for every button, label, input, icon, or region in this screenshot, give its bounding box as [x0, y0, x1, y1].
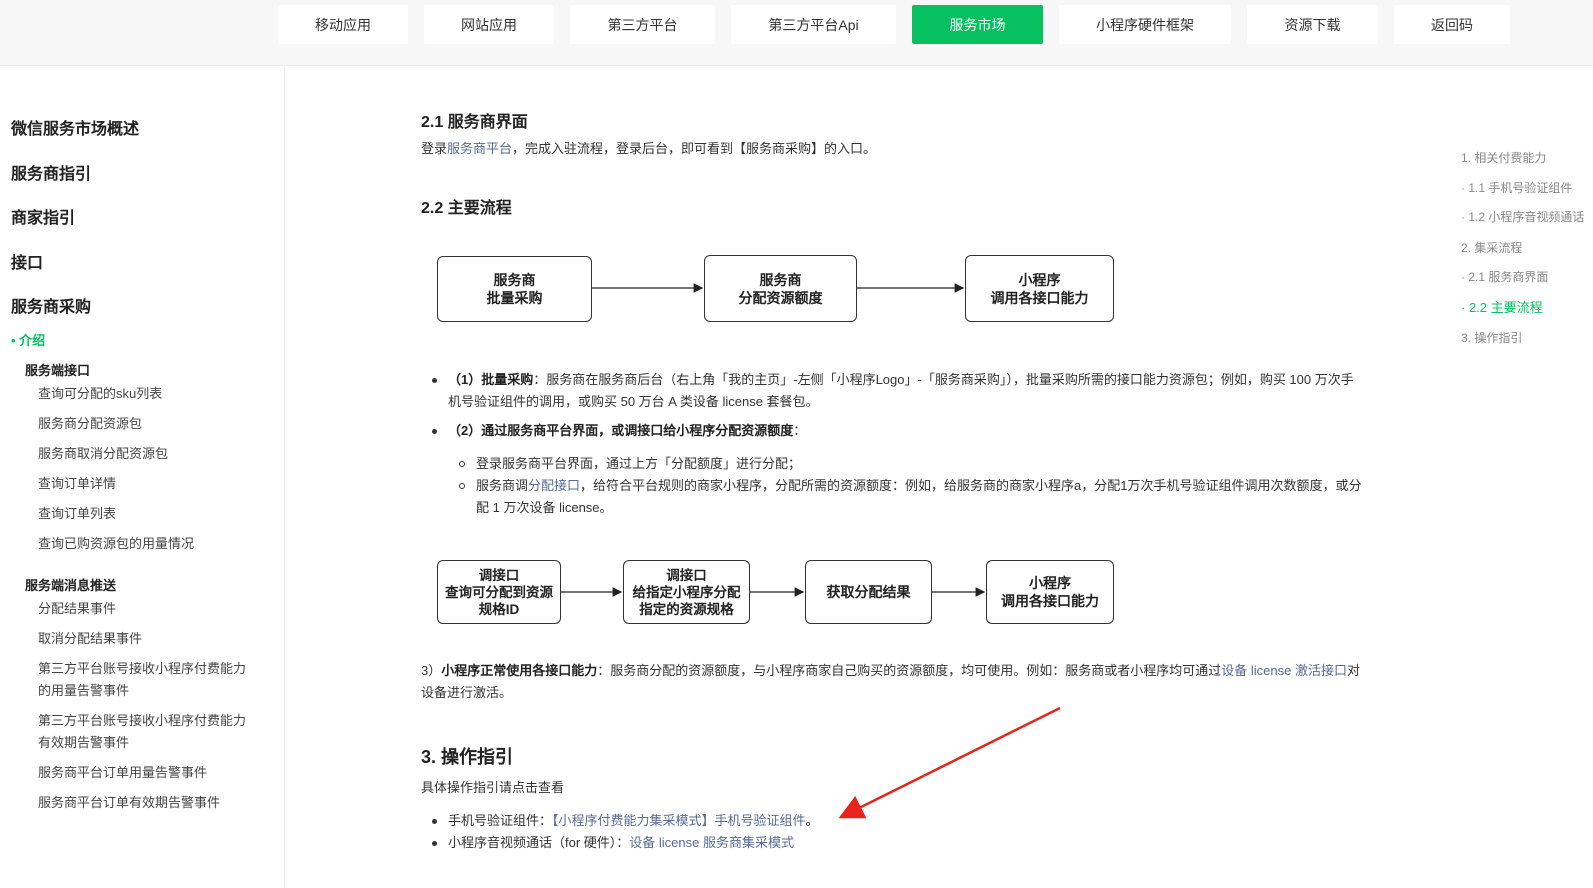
- toc-item[interactable]: 2. 集采流程: [1461, 239, 1522, 256]
- flow1-box-batch-purchase: 服务商 批量采购: [437, 256, 592, 322]
- bullet: [432, 841, 437, 846]
- sidebar-section-merchant-guide[interactable]: 商家指引: [11, 204, 75, 228]
- nav-resource-download[interactable]: 资源下载: [1247, 5, 1378, 44]
- sidebar-group-server-push[interactable]: 服务端消息推送: [25, 575, 116, 594]
- sidebar-item-expiry-alert[interactable]: 第三方平台账号接收小程序付费能力有效期告警事件: [38, 710, 258, 754]
- sub-bullet: [459, 483, 465, 489]
- sidebar-item-order-usage-alert[interactable]: 服务商平台订单用量告警事件: [38, 762, 258, 784]
- guide-item-phone-verify: 手机号验证组件：【小程序付费能力集采模式】手机号验证组件。: [448, 813, 819, 828]
- sidebar-item-cancel-result[interactable]: 取消分配结果事件: [38, 628, 258, 650]
- toc-item[interactable]: 1. 相关付费能力: [1461, 149, 1546, 166]
- main-content: 2.1 服务商界面 登录服务商平台，完成入驻流程，登录后台，即可看到【服务商采购…: [285, 66, 1445, 888]
- toc-item[interactable]: 3. 操作指引: [1461, 329, 1522, 346]
- flow2-box-query-sku: 调接口 查询可分配到资源 规格ID: [437, 560, 561, 624]
- link-phone-verify-guide[interactable]: 【小程序付费能力集采模式】手机号验证组件: [552, 813, 806, 828]
- sidebar-group-server-api[interactable]: 服务端接口: [25, 360, 90, 379]
- flow2-box-call-apis: 小程序 调用各接口能力: [986, 560, 1114, 624]
- sub-bullet-ui-assign: 登录服务商平台界面，通过上方「分配额度」进行分配；: [476, 456, 802, 471]
- toc-item[interactable]: · 2.1 服务商界面: [1461, 268, 1548, 285]
- sidebar-section-provider-guide[interactable]: 服务商指引: [11, 160, 91, 184]
- bullet: [432, 429, 437, 434]
- sidebar-item-assign-package[interactable]: 服务商分配资源包: [38, 413, 258, 435]
- paragraph-normal-use: 3）小程序正常使用各接口能力：服务商分配的资源额度，与小程序商家自己购买的资源额…: [421, 663, 1360, 700]
- link-provider-platform[interactable]: 服务商平台: [447, 141, 512, 156]
- heading-2-1: 2.1 服务商界面: [421, 114, 528, 131]
- flow1-box-assign-quota: 服务商 分配资源额度: [704, 255, 857, 322]
- guide-item-av-call: 小程序音视频通话（for 硬件）：设备 license 服务商集采模式: [448, 835, 794, 850]
- nav-third-party-platform[interactable]: 第三方平台: [570, 5, 715, 44]
- table-of-contents: 1. 相关付费能力 · 1.1 手机号验证组件 · 1.2 小程序音视频通话 2…: [1445, 66, 1593, 888]
- sidebar-item-assign-result[interactable]: 分配结果事件: [38, 598, 258, 620]
- bullet: [432, 819, 437, 824]
- toc-item[interactable]: · 1.2 小程序音视频通话: [1461, 208, 1584, 225]
- left-sidebar: 微信服务市场概述 服务商指引 商家指引 接口 服务商采购 • 介绍 服务端接口 …: [0, 66, 285, 888]
- bullet-batch-purchase: （1）批量采购：服务商在服务商后台（右上角「我的主页」-左侧「小程序Logo」-…: [448, 372, 1354, 409]
- sidebar-item-order-detail[interactable]: 查询订单详情: [38, 473, 258, 495]
- sidebar-item-usage-alert[interactable]: 第三方平台账号接收小程序付费能力的用量告警事件: [38, 658, 258, 702]
- heading-3: 3. 操作指引: [421, 747, 514, 767]
- sub-bullet-api-assign: 服务商调分配接口，给符合平台规则的商家小程序，分配所需的资源额度：例如，给服务商…: [476, 478, 1362, 515]
- link-assign-api[interactable]: 分配接口: [528, 478, 580, 493]
- nav-website-app[interactable]: 网站应用: [424, 5, 554, 44]
- link-device-license-activate[interactable]: 设备 license 激活接口: [1221, 663, 1347, 678]
- sidebar-section-overview[interactable]: 微信服务市场概述: [11, 115, 139, 139]
- nav-hardware-framework[interactable]: 小程序硬件框架: [1059, 5, 1231, 44]
- sidebar-item-order-expiry-alert[interactable]: 服务商平台订单有效期告警事件: [38, 792, 258, 814]
- sub-bullet: [459, 461, 465, 467]
- nav-third-party-api[interactable]: 第三方平台Api: [731, 5, 896, 44]
- nav-service-market[interactable]: 服务市场: [912, 5, 1043, 44]
- paragraph-guide-intro: 具体操作指引请点击查看: [421, 780, 565, 795]
- nav-mobile-app[interactable]: 移动应用: [278, 5, 408, 44]
- heading-2-2: 2.2 主要流程: [421, 200, 512, 217]
- link-device-license-guide[interactable]: 设备 license 服务商集采模式: [629, 835, 794, 850]
- sidebar-item-usage[interactable]: 查询已购资源包的用量情况: [38, 533, 258, 555]
- nav-return-code[interactable]: 返回码: [1394, 5, 1510, 44]
- toc-item-active[interactable]: · 2.2 主要流程: [1461, 297, 1543, 316]
- link-provider-platform-ui[interactable]: 服务商平台界面: [507, 423, 598, 438]
- flow2-box-assign-spec: 调接口 给指定小程序分配 指定的资源规格: [623, 560, 750, 624]
- sidebar-item-cancel-assign[interactable]: 服务商取消分配资源包: [38, 443, 258, 465]
- sidebar-item-order-list[interactable]: 查询订单列表: [38, 503, 258, 525]
- toc-item[interactable]: · 1.1 手机号验证组件: [1461, 179, 1572, 196]
- sidebar-section-procurement[interactable]: 服务商采购: [11, 293, 91, 317]
- flow2-box-get-result: 获取分配结果: [805, 560, 932, 624]
- sidebar-item-intro-active[interactable]: • 介绍: [11, 330, 45, 349]
- top-navigation: 移动应用 网站应用 第三方平台 第三方平台Api 服务市场 小程序硬件框架 资源…: [0, 0, 1593, 66]
- bullet-assign-quota: （2）通过服务商平台界面，或调接口给小程序分配资源额度：: [448, 423, 807, 438]
- flow1-box-call-apis: 小程序 调用各接口能力: [965, 255, 1114, 322]
- paragraph-2-1: 登录服务商平台，完成入驻流程，登录后台，即可看到【服务商采购】的入口。: [421, 141, 877, 156]
- sidebar-item-query-sku[interactable]: 查询可分配的sku列表: [38, 383, 258, 405]
- sidebar-section-api[interactable]: 接口: [11, 249, 43, 273]
- bullet: [432, 378, 437, 383]
